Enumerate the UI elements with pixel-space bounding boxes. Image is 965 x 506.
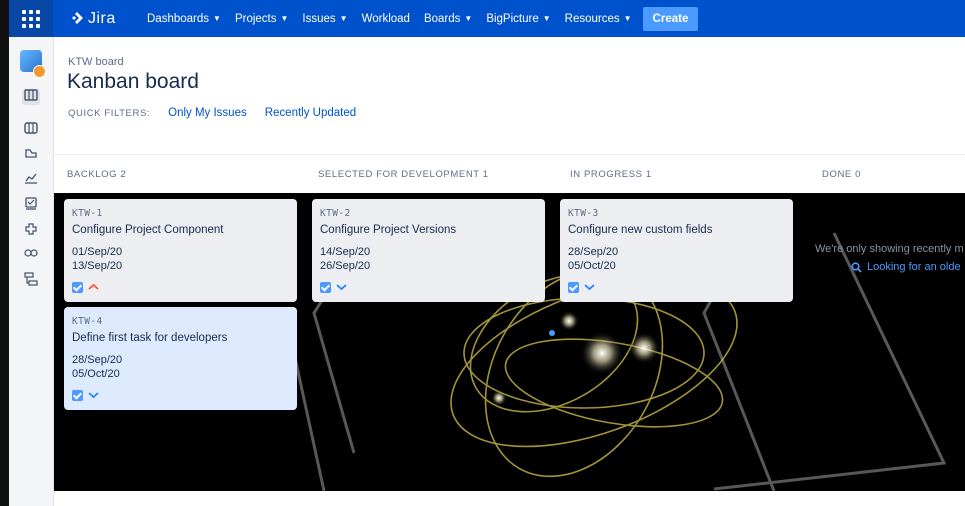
task-type-icon — [72, 389, 83, 401]
release-icon[interactable] — [22, 147, 40, 163]
issue-icons — [72, 281, 289, 293]
issue-end-date: 05/Oct/20 — [568, 260, 616, 272]
priority-low-icon — [584, 284, 595, 291]
issue-summary: Define first task for developers — [72, 332, 228, 344]
quick-filters: QUICK FILTERS: Only My Issues Recently U… — [68, 107, 356, 119]
nav-projects[interactable]: Projects ▼ — [228, 13, 295, 25]
components-icon[interactable] — [22, 222, 40, 238]
nav-resources[interactable]: Resources ▼ — [558, 13, 639, 25]
chevron-down-icon: ▼ — [213, 14, 221, 23]
issue-card[interactable]: KTW-2 Configure Project Versions 14/Sep/… — [312, 199, 545, 302]
priority-low-icon — [336, 284, 347, 291]
search-icon — [851, 261, 862, 273]
project-sidebar — [9, 37, 54, 506]
nav-label: Dashboards — [147, 12, 210, 25]
issue-summary: Configure Project Component — [72, 224, 224, 236]
structure-icon[interactable] — [22, 272, 40, 288]
issue-key[interactable]: KTW-2 — [320, 208, 537, 219]
priority-low-icon — [88, 392, 99, 399]
board-columns: KTW-1 Configure Project Component 01/Sep… — [54, 193, 965, 491]
nav-dashboards[interactable]: Dashboards ▼ — [140, 13, 228, 25]
jira-logo[interactable]: Jira — [70, 10, 116, 28]
main-nav: Dashboards ▼ Projects ▼ Issues ▼ Workload B… — [140, 0, 699, 37]
column-header-backlog: BACKLOG 2 — [67, 169, 127, 180]
board-icon[interactable] — [22, 89, 40, 105]
window-edge — [0, 0, 9, 506]
page-title: Kanban board — [67, 70, 199, 93]
logo-text: Jira — [88, 10, 116, 27]
filter-only-my-issues[interactable]: Only My Issues — [168, 107, 247, 119]
nav-label: Resources — [564, 12, 620, 25]
create-button[interactable]: Create — [642, 6, 699, 31]
issue-key[interactable]: KTW-1 — [72, 208, 289, 219]
quick-filters-label: QUICK FILTERS: — [68, 107, 151, 119]
issue-start-date: 28/Sep/20 — [568, 246, 619, 258]
issue-start-date: 01/Sep/20 — [72, 246, 123, 258]
nav-workload[interactable]: Workload — [355, 13, 417, 25]
app-switcher-button[interactable] — [9, 0, 53, 37]
column-headers: BACKLOG 2 SELECTED FOR DEVELOPMENT 1 IN … — [54, 155, 965, 193]
issue-icons — [72, 389, 289, 401]
nav-issues[interactable]: Issues ▼ — [295, 13, 354, 25]
task-type-icon — [72, 281, 83, 293]
nav-boards[interactable]: Boards ▼ — [417, 13, 479, 25]
column-header-done: DONE 0 — [822, 169, 861, 180]
column-header-selected: SELECTED FOR DEVELOPMENT 1 — [318, 169, 489, 180]
nav-label: Boards — [423, 12, 461, 25]
issues-icon[interactable] — [22, 197, 40, 213]
issue-end-date: 13/Sep/20 — [72, 260, 123, 272]
issue-start-date: 14/Sep/20 — [320, 246, 371, 258]
reports-icon[interactable] — [22, 172, 40, 188]
app-grid-icon — [22, 9, 40, 28]
older-issues-link-label: Looking for an olde — [867, 261, 961, 273]
chevron-down-icon: ▼ — [339, 14, 348, 23]
issue-key[interactable]: KTW-3 — [568, 208, 785, 219]
issue-summary: Configure new custom fields — [568, 224, 713, 236]
chevron-down-icon: ▼ — [542, 14, 551, 23]
issue-end-date: 05/Oct/20 — [72, 368, 120, 380]
issue-start-date: 28/Sep/20 — [72, 354, 123, 366]
older-issues-link[interactable]: Looking for an olde — [851, 261, 961, 273]
issue-card[interactable]: KTW-1 Configure Project Component 01/Sep… — [64, 199, 297, 302]
issue-key[interactable]: KTW-4 — [72, 316, 289, 327]
nav-label: Workload — [361, 12, 410, 25]
task-type-icon — [320, 281, 331, 293]
chevron-down-icon: ▼ — [464, 14, 473, 23]
jira-logo-icon — [72, 12, 83, 24]
nav-label: BigPicture — [486, 12, 539, 25]
issue-card[interactable]: KTW-3 Configure new custom fields 28/Sep… — [560, 199, 793, 302]
chevron-down-icon: ▼ — [623, 14, 632, 23]
nav-label: Projects — [234, 12, 277, 25]
issue-icons — [320, 281, 537, 293]
main-content: KTW board Kanban board QUICK FILTERS: On… — [54, 37, 965, 506]
issue-summary: Configure Project Versions — [320, 224, 457, 236]
breadcrumb[interactable]: KTW board — [68, 56, 124, 68]
task-type-icon — [568, 281, 579, 293]
done-column-message: We're only showing recently m — [815, 243, 964, 255]
issue-icons — [568, 281, 785, 293]
priority-high-icon — [88, 283, 99, 290]
jira-window: Jira Dashboards ▼ Projects ▼ Issues ▼ Workl… — [0, 0, 965, 506]
team-icon[interactable] — [22, 247, 40, 263]
columns-icon[interactable] — [22, 122, 40, 138]
issue-end-date: 26/Sep/20 — [320, 260, 371, 272]
nav-label: Issues — [302, 12, 336, 25]
filter-recently-updated[interactable]: Recently Updated — [265, 107, 356, 119]
issue-card[interactable]: KTW-4 Define first task for developers 2… — [64, 307, 297, 410]
column-header-in-progress: IN PROGRESS 1 — [570, 169, 652, 180]
nav-bigpicture[interactable]: BigPicture ▼ — [479, 13, 557, 25]
avatar-badge — [33, 65, 46, 78]
chevron-down-icon: ▼ — [280, 14, 289, 23]
